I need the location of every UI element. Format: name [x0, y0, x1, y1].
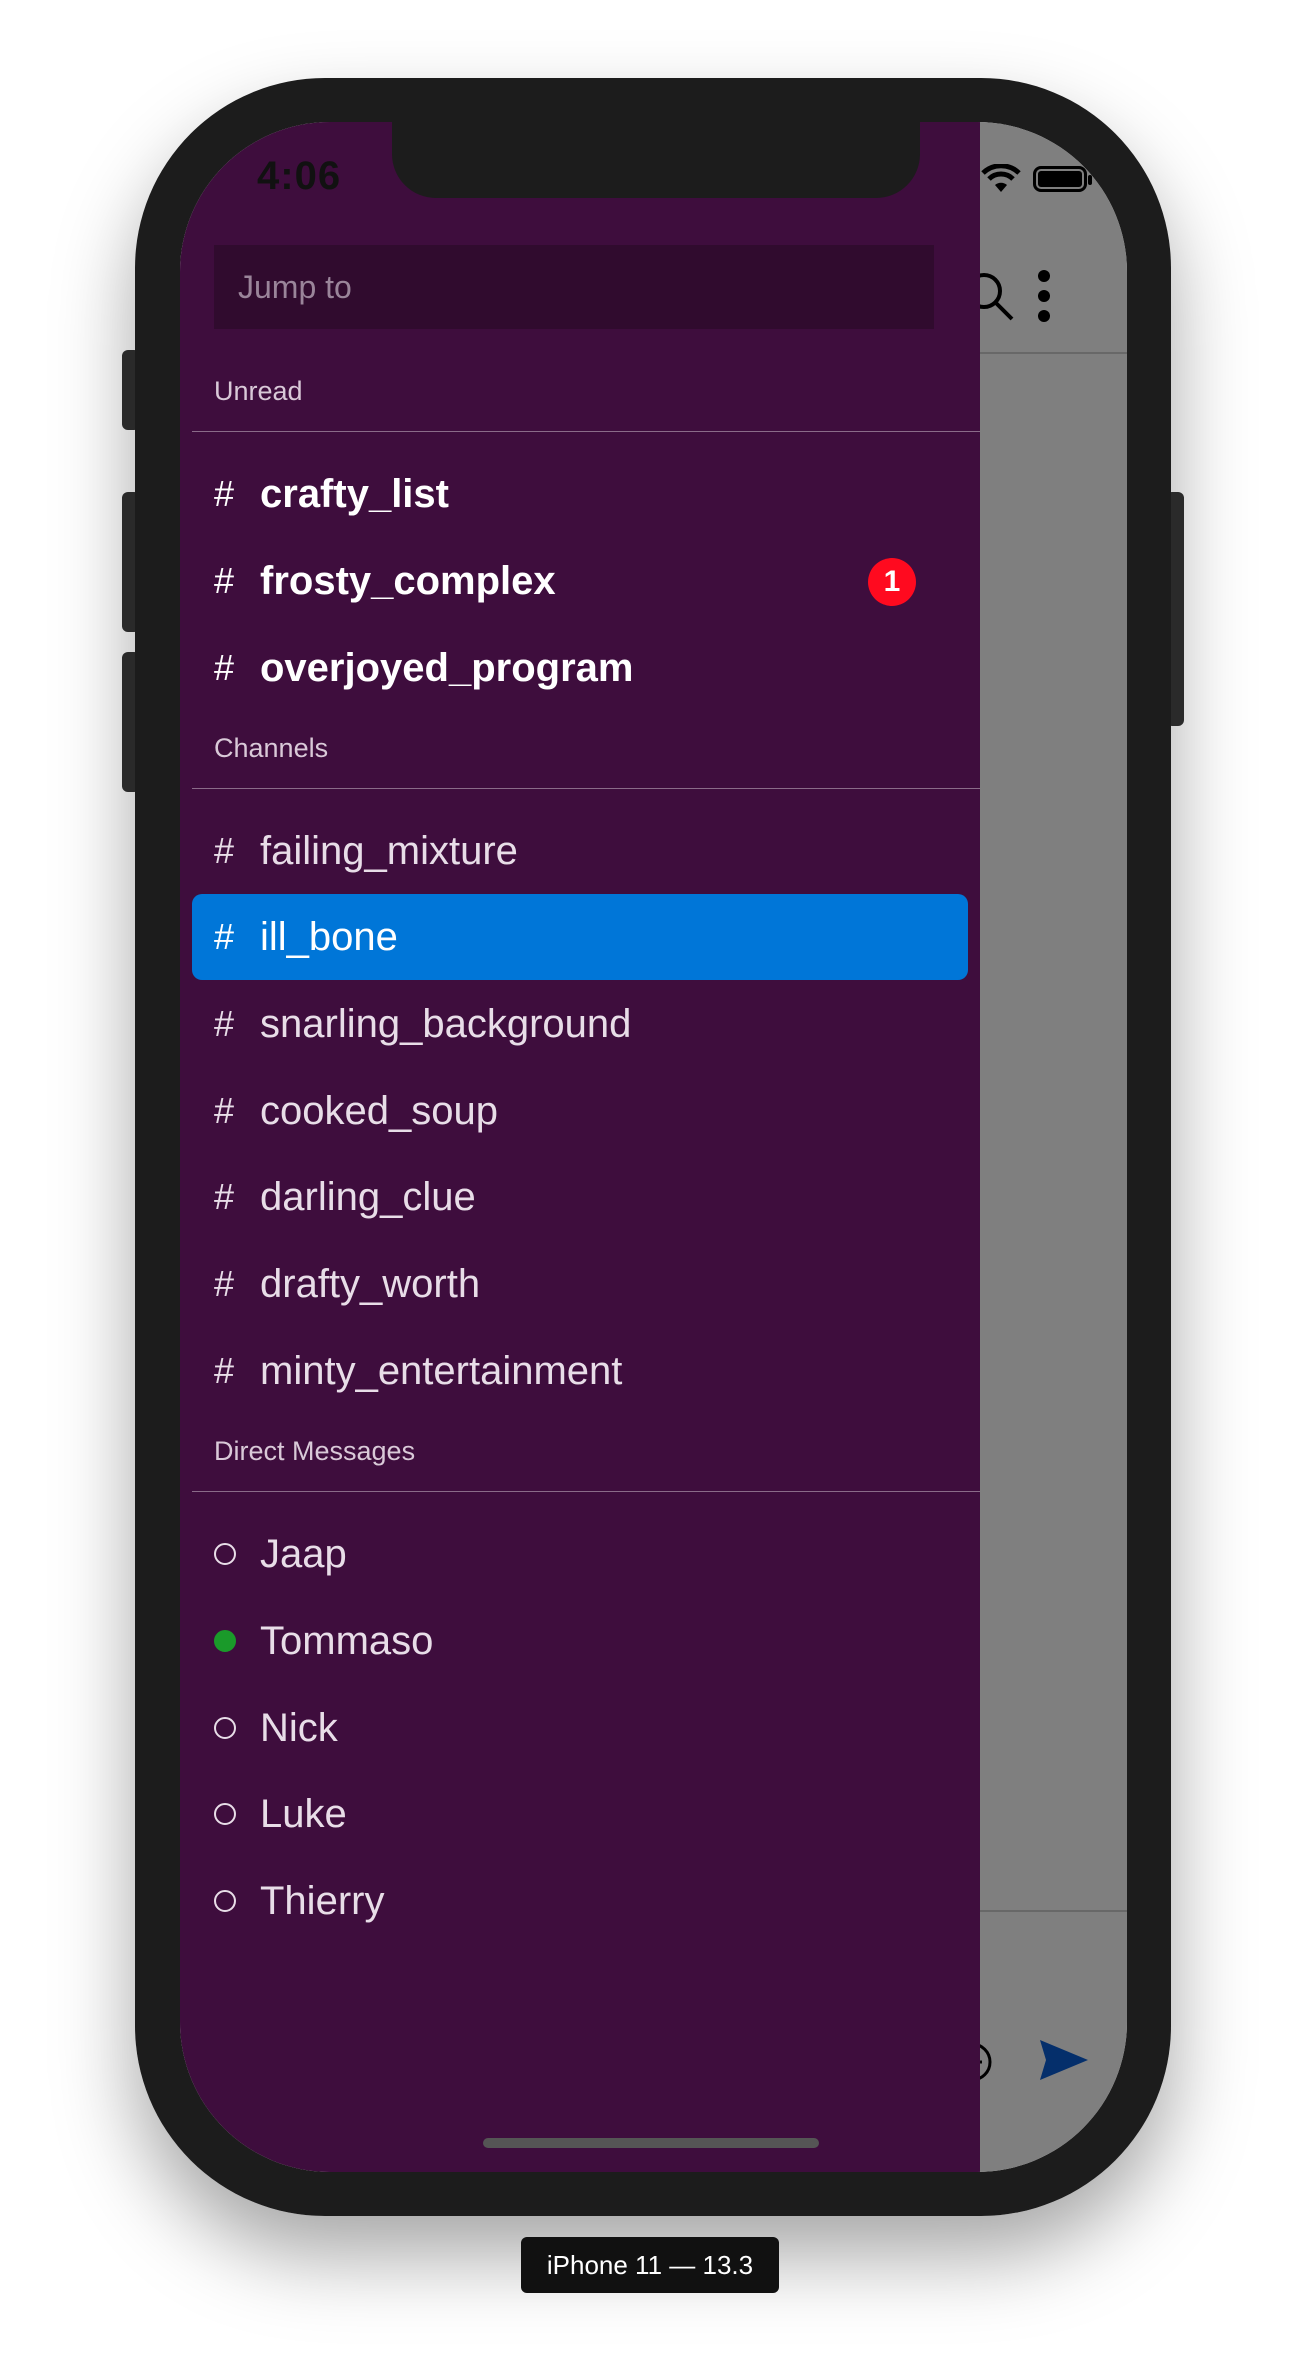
channel-label: snarling_background [260, 1001, 632, 1046]
status-time: 4:06 [257, 154, 342, 198]
channel-label: darling_clue [260, 1174, 476, 1219]
channel-item-ill-bone[interactable]: # ill_bone [192, 894, 968, 980]
hash-icon: # [214, 916, 235, 957]
hash-icon: # [214, 1263, 235, 1304]
channel-item-drafty-worth[interactable]: # drafty_worth [192, 1241, 968, 1327]
hash-icon: # [214, 647, 235, 688]
channel-item-snarling-background[interactable]: # snarling_background [192, 981, 968, 1067]
section-divider [192, 788, 980, 789]
hash-icon: # [214, 1003, 235, 1044]
hash-icon: # [214, 1090, 235, 1131]
channel-label: crafty_list [260, 471, 449, 516]
presence-offline-icon [214, 1717, 236, 1739]
unread-count-badge: 1 [868, 558, 916, 606]
dm-label: Tommaso [260, 1618, 434, 1663]
channel-label: frosty_complex [260, 558, 556, 603]
channel-item-cooked-soup[interactable]: # cooked_soup [192, 1068, 968, 1154]
dm-label: Nick [260, 1705, 338, 1750]
channel-item-crafty-list[interactable]: # crafty_list [192, 451, 968, 537]
presence-offline-icon [214, 1890, 236, 1912]
dm-label: Thierry [260, 1878, 385, 1923]
device-notch [392, 122, 920, 198]
section-label-channels: Channels [214, 733, 329, 763]
jump-to-input[interactable] [214, 245, 934, 329]
dm-item-jaap[interactable]: Jaap [192, 1511, 968, 1597]
section-divider [192, 1491, 980, 1492]
presence-offline-icon [214, 1803, 236, 1825]
dm-item-nick[interactable]: Nick [192, 1685, 968, 1771]
screen: 4:06 Unread # crafty_list # frosty_compl… [180, 122, 1127, 2172]
channel-label: failing_mixture [260, 828, 518, 873]
channel-item-frosty-complex[interactable]: # frosty_complex 1 [192, 538, 968, 624]
dm-item-luke[interactable]: Luke [192, 1771, 968, 1857]
dm-label: Luke [260, 1791, 347, 1836]
hash-icon: # [214, 560, 235, 601]
dm-item-thierry[interactable]: Thierry [192, 1858, 968, 1944]
presence-online-icon [214, 1630, 236, 1652]
section-label-unread: Unread [214, 376, 303, 406]
section-label-direct-messages: Direct Messages [214, 1436, 416, 1466]
section-divider [192, 431, 980, 432]
channel-drawer: 4:06 Unread # crafty_list # frosty_compl… [180, 122, 980, 2172]
hash-icon: # [214, 1350, 235, 1391]
presence-offline-icon [214, 1543, 236, 1565]
dm-label: Jaap [260, 1531, 347, 1576]
channel-label: cooked_soup [260, 1088, 498, 1133]
channel-label: minty_entertainment [260, 1348, 623, 1393]
channel-label: ill_bone [260, 914, 398, 959]
channel-item-darling-clue[interactable]: # darling_clue [192, 1154, 968, 1240]
dm-item-tommaso[interactable]: Tommaso [192, 1598, 968, 1684]
channel-item-minty-entertainment[interactable]: # minty_entertainment [192, 1328, 968, 1414]
hash-icon: # [214, 1176, 235, 1217]
hash-icon: # [214, 830, 235, 871]
simulator-device-label: iPhone 11 — 13.3 [521, 2237, 779, 2293]
channel-item-failing-mixture[interactable]: # failing_mixture [192, 808, 968, 894]
channel-item-overjoyed-program[interactable]: # overjoyed_program [192, 625, 968, 711]
home-indicator[interactable] [483, 2138, 819, 2148]
channel-label: overjoyed_program [260, 645, 634, 690]
hash-icon: # [214, 473, 235, 514]
channel-label: drafty_worth [260, 1261, 481, 1306]
